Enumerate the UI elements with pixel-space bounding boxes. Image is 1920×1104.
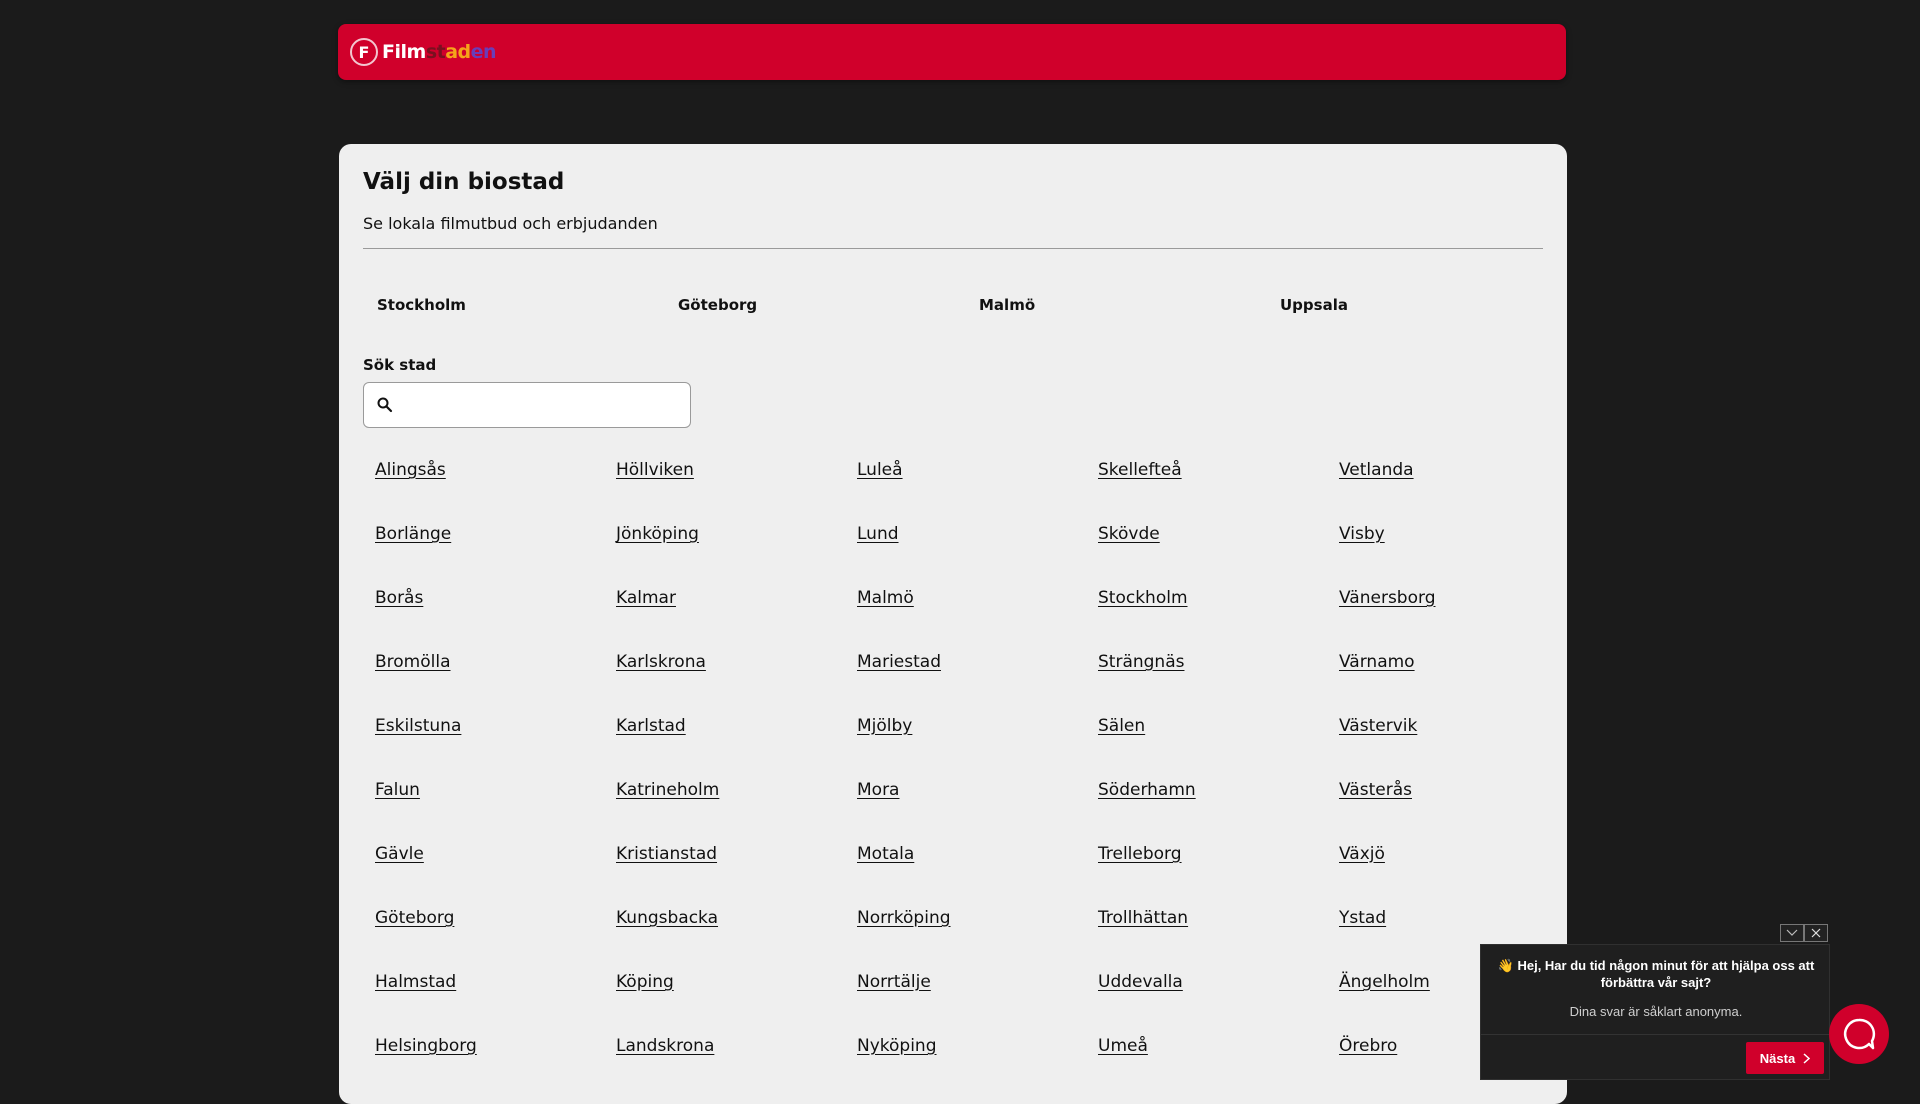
logo-text-part: en [470,41,497,63]
city-link[interactable]: Söderhamn [1098,780,1196,800]
city-link[interactable]: Karlskrona [616,652,706,672]
city-link[interactable]: Mariestad [857,652,941,672]
city-link[interactable]: Falun [375,780,420,800]
logo-mark-icon: F [350,38,378,66]
survey-controls [1780,924,1830,944]
city-link[interactable]: Strängnäs [1098,652,1184,672]
city-link[interactable]: Sälen [1098,716,1145,736]
page-title: Välj din biostad [363,169,565,195]
city-link[interactable]: Umeå [1098,1036,1148,1056]
city-link[interactable]: Västervik [1339,716,1417,736]
city-link[interactable]: Luleå [857,460,903,480]
city-link[interactable]: Värnamo [1339,652,1415,672]
city-link[interactable]: Vänersborg [1339,588,1435,608]
city-link[interactable]: Karlstad [616,716,686,736]
city-link[interactable]: Stockholm [1098,588,1188,608]
divider [1481,1034,1829,1035]
next-button[interactable]: Nästa [1746,1042,1824,1074]
city-link[interactable]: Helsingborg [375,1036,477,1056]
city-link[interactable]: Jönköping [616,524,699,544]
minimize-button[interactable] [1780,924,1804,942]
city-link[interactable]: Ängelholm [1339,972,1430,992]
survey-question: 👋 Hej, Har du tid någon minut för att hj… [1497,958,1815,990]
next-button-label: Nästa [1759,1050,1796,1066]
city-link[interactable]: Norrtälje [857,972,931,992]
close-button[interactable] [1804,924,1828,942]
city-link[interactable]: Växjö [1339,844,1385,864]
logo-text-part: st [425,41,446,63]
search-icon [377,397,393,413]
city-link[interactable]: Trelleborg [1098,844,1182,864]
city-link[interactable]: Gävle [375,844,424,864]
site-logo[interactable]: F Filmstaden [350,34,497,70]
city-link[interactable]: Malmö [857,588,914,608]
city-link[interactable]: Kristianstad [616,844,717,864]
city-link[interactable]: Ystad [1339,908,1386,928]
city-link[interactable]: Skövde [1098,524,1160,544]
city-link[interactable]: Lund [857,524,899,544]
city-picker-card: Välj din biostad Se lokala filmutbud och… [339,144,1567,1104]
city-link[interactable]: Skellefteå [1098,460,1182,480]
logo-text: Filmstaden [382,41,497,63]
city-link[interactable]: Mjölby [857,716,912,736]
city-link[interactable]: Borås [375,588,423,608]
divider [363,248,1543,249]
city-link[interactable]: Alingsås [375,460,446,480]
city-link[interactable]: Katrineholm [616,780,719,800]
city-link[interactable]: Visby [1339,524,1385,544]
city-link[interactable]: Eskilstuna [375,716,461,736]
chevron-right-icon [1803,1052,1811,1064]
chevron-down-icon [1786,929,1798,936]
search-label: Sök stad [363,356,437,374]
city-link[interactable]: Kungsbacka [616,908,718,928]
quick-link-goteborg[interactable]: Göteborg [678,296,757,314]
city-link[interactable]: Göteborg [375,908,454,928]
logo-text-part: Film [382,41,426,63]
city-link[interactable]: Mora [857,780,899,800]
city-search-box[interactable] [363,382,691,428]
logo-text-part: ad [445,41,471,63]
city-link[interactable]: Nyköping [857,1036,937,1056]
city-link[interactable]: Trollhättan [1098,908,1188,928]
feedback-survey: 👋 Hej, Har du tid någon minut för att hj… [1480,944,1830,1080]
page-subtitle: Se lokala filmutbud och erbjudanden [363,214,658,233]
quick-link-stockholm[interactable]: Stockholm [377,296,466,314]
city-link[interactable]: Vetlanda [1339,460,1414,480]
city-link[interactable]: Kalmar [616,588,676,608]
city-link[interactable]: Landskrona [616,1036,714,1056]
city-link[interactable]: Uddevalla [1098,972,1183,992]
survey-note: Dina svar är såklart anonyma. [1569,1004,1743,1019]
city-link[interactable]: Borlänge [375,524,451,544]
quick-link-malmo[interactable]: Malmö [979,296,1035,314]
city-link[interactable]: Halmstad [375,972,456,992]
city-link[interactable]: Köping [616,972,674,992]
chat-bubble-icon [1843,1018,1876,1050]
site-header: F Filmstaden [338,24,1566,80]
city-list: Alingsås Borlänge Borås Bromölla Eskilstuna F… [375,460,1580,1100]
city-link[interactable]: Bromölla [375,652,451,672]
city-link[interactable]: Höllviken [616,460,694,480]
city-link[interactable]: Örebro [1339,1036,1397,1056]
city-link[interactable]: Norrköping [857,908,951,928]
chat-button[interactable] [1829,1004,1889,1064]
close-icon [1811,928,1821,938]
city-link[interactable]: Västerås [1339,780,1412,800]
city-link[interactable]: Motala [857,844,914,864]
quick-link-uppsala[interactable]: Uppsala [1280,296,1348,314]
city-search-input[interactable] [404,389,678,423]
